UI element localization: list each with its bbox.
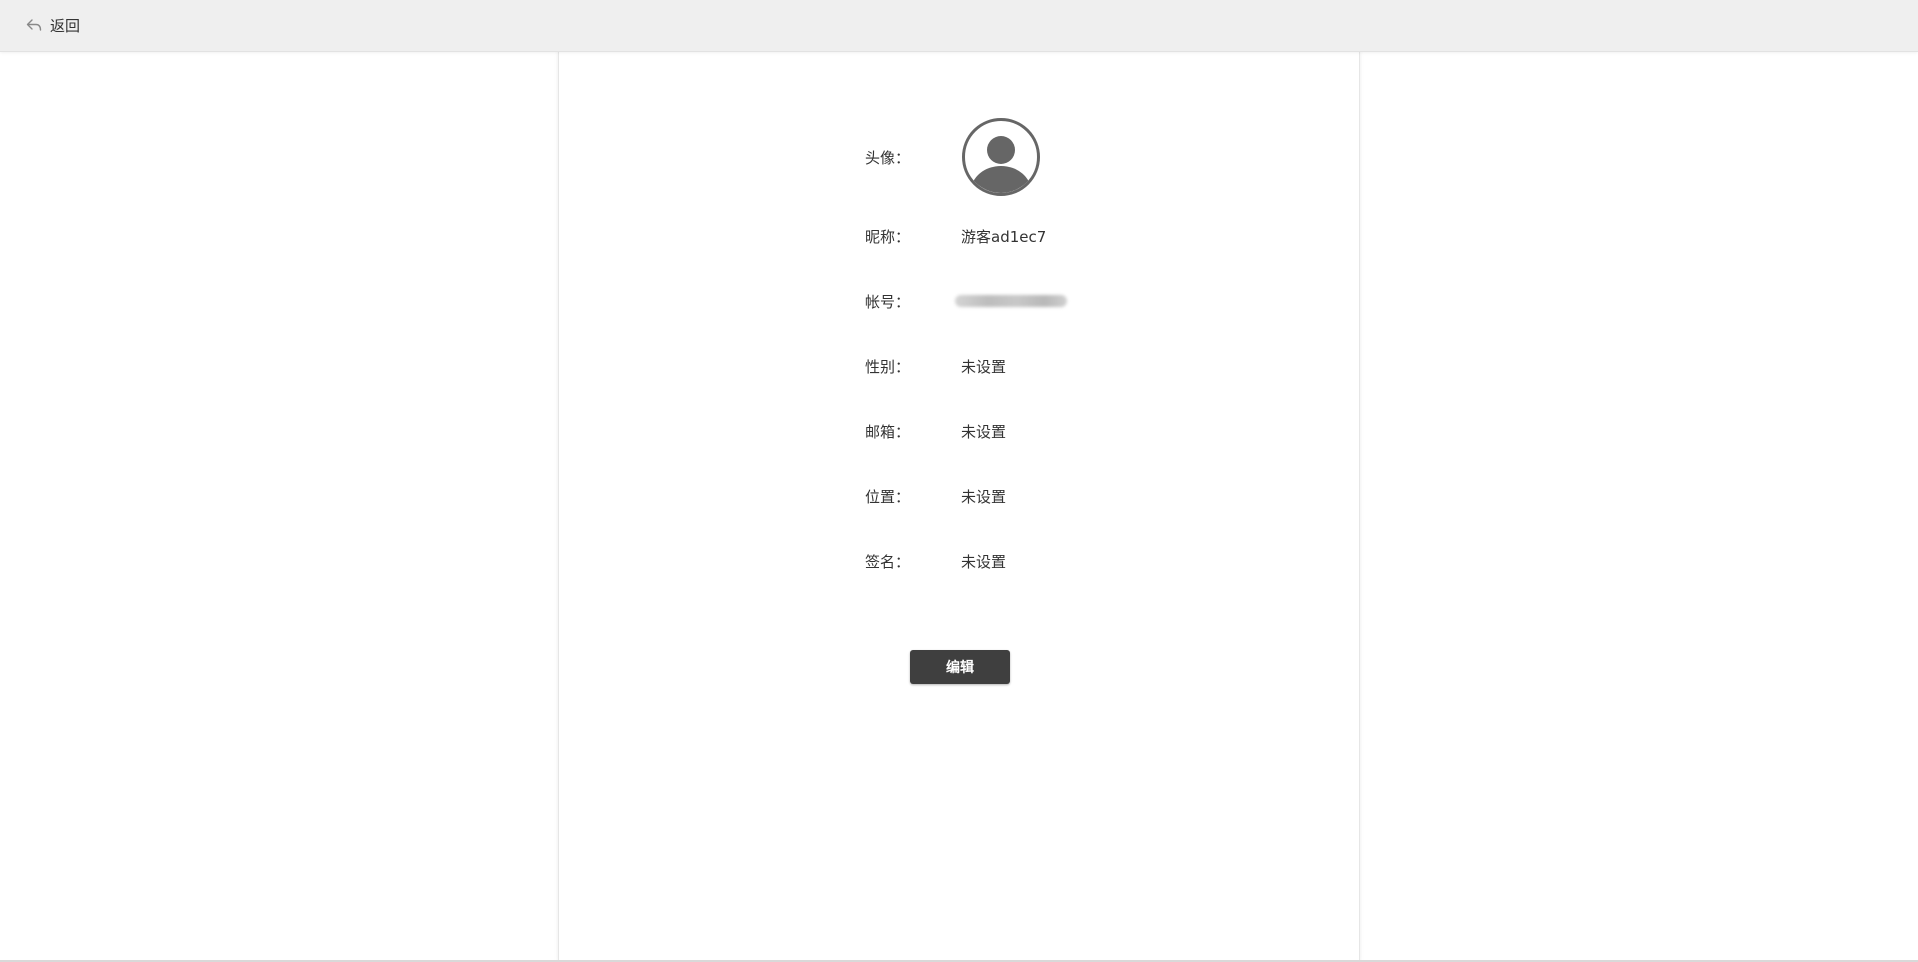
nickname-label: 昵称： [865, 227, 911, 246]
profile-panel: 头像： 昵称： 游客ad1ec7 帐号： 性别： 未设置 邮箱： 未设置 位置：… [558, 51, 1360, 962]
back-label: 返回 [50, 16, 81, 35]
signature-label: 签名： [865, 552, 911, 571]
back-button[interactable]: 返回 [26, 14, 80, 36]
account-value-redacted [955, 295, 1067, 307]
avatar-row: 头像： [865, 116, 1041, 198]
location-row: 位置： 未设置 [865, 484, 1006, 508]
email-value: 未设置 [961, 422, 1007, 441]
reply-arrow-icon [26, 19, 42, 31]
gender-label: 性别： [865, 357, 911, 376]
user-avatar-icon[interactable] [961, 117, 1041, 197]
gender-row: 性别： 未设置 [865, 354, 1006, 378]
signature-value: 未设置 [961, 552, 1007, 571]
nickname-row: 昵称： 游客ad1ec7 [865, 224, 1046, 248]
email-row: 邮箱： 未设置 [865, 419, 1006, 443]
location-value: 未设置 [961, 487, 1007, 506]
account-row: 帐号： [865, 289, 1067, 313]
nickname-value: 游客ad1ec7 [961, 227, 1047, 246]
location-label: 位置： [865, 487, 911, 506]
signature-row: 签名： 未设置 [865, 549, 1006, 573]
top-bar: 返回 [0, 0, 1918, 52]
avatar-label: 头像： [865, 148, 911, 167]
gender-value: 未设置 [961, 357, 1007, 376]
email-label: 邮箱： [865, 422, 911, 441]
account-label: 帐号： [865, 292, 911, 311]
edit-button[interactable]: 编辑 [910, 650, 1010, 684]
